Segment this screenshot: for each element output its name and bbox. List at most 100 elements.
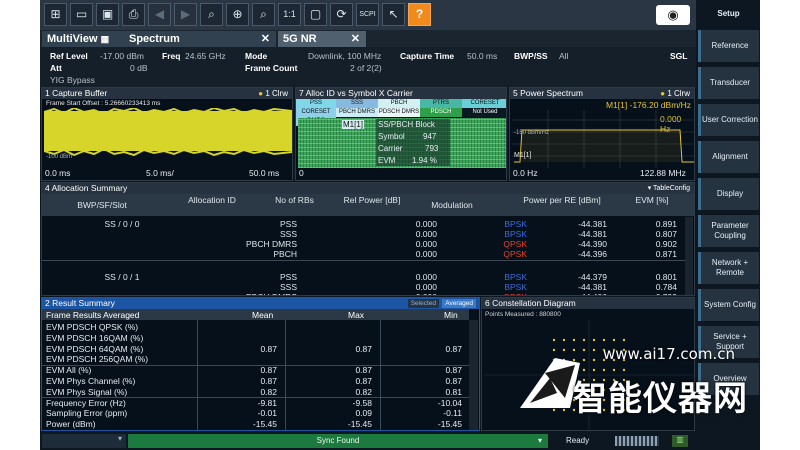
zoom-area-icon[interactable]: ⌕ [252, 3, 275, 26]
x-div: 5.0 ms/ [146, 168, 174, 178]
marker-carrier-value: 793 [425, 144, 439, 153]
tab-5g-nr[interactable]: 5G NR ✕ [278, 31, 366, 47]
legend-pdsch: PDSCH [420, 108, 462, 117]
row-rel-power: 0.000 [415, 249, 437, 259]
alloc-id-window[interactable]: 7 Alloc ID vs Symbol X Carrier PSS SSS P… [295, 87, 507, 181]
row-alloc-id: PSS [279, 272, 297, 282]
table-config-button[interactable]: ▾ TableConfig [648, 183, 690, 194]
result-mean: 0.87 [260, 365, 277, 376]
windows-icon[interactable]: ⊞ [44, 3, 67, 26]
save-icon[interactable]: ▣ [96, 3, 119, 26]
constellation-point [552, 338, 556, 342]
bwp-value: All [559, 51, 569, 61]
result-name: Power (dBm) [46, 419, 96, 430]
result-mean: 0.87 [260, 343, 277, 354]
tab-label: 5G NR [283, 33, 317, 45]
refresh-icon[interactable]: ⟳ [330, 3, 353, 26]
zoom-icon[interactable]: ⌕ [200, 3, 223, 26]
power-spectrum-window[interactable]: 5 Power Spectrum ● 1 Clrw M1[1] -176.20 d… [509, 87, 695, 181]
result-name: Frequency Error (Hz) [46, 397, 126, 408]
selected-toggle[interactable]: Selected [407, 299, 439, 308]
legend-pbch-dmrs: PBCH DMRS [336, 108, 378, 117]
softkey-network-remote[interactable]: Network + Remote [698, 252, 759, 284]
col-modulation: Modulation [431, 200, 473, 210]
tab-spectrum[interactable]: Spectrum ✕ [124, 31, 276, 47]
marker-label: M1[1] [342, 120, 365, 129]
softkey-transducer[interactable]: Transducer [698, 67, 759, 99]
softkey-parameter-coupling[interactable]: Parameter Coupling [698, 215, 759, 247]
col-max: Max [348, 310, 365, 320]
help-icon[interactable]: ? [408, 3, 431, 26]
softkey-reference[interactable]: Reference [698, 30, 759, 62]
result-min: -0.11 [443, 408, 462, 419]
open-folder-icon[interactable]: ▭ [70, 3, 93, 26]
col-frame-results: Frame Results Averaged [46, 310, 140, 320]
marker-symbol-label: Symbol [378, 132, 405, 141]
result-name: Sampling Error (ppm) [46, 408, 128, 419]
col-slot: BWP/SF/Slot [77, 200, 127, 210]
softkey-system-config[interactable]: System Config [698, 289, 759, 321]
row-rel-power: 0.000 [342, 292, 437, 295]
zoom-1to1-icon[interactable]: 1:1 [278, 3, 301, 26]
allocation-summary-window[interactable]: 4 Allocation Summary ▾ TableConfig BWP/SF… [41, 182, 695, 296]
result-name: EVM PDSCH 16QAM (%) [46, 332, 144, 343]
x-start: 0.0 Hz [513, 168, 538, 178]
window-title: 4 Allocation Summary ▾ TableConfig [42, 183, 694, 194]
close-icon[interactable]: ✕ [351, 31, 360, 47]
result-summary-window[interactable]: 2 Result Summary Selected Averaged Frame… [41, 297, 480, 431]
row-rel-power: 0.000 [415, 239, 437, 249]
row-rel-power: 0.000 [415, 272, 437, 282]
window-title: 2 Result Summary Selected Averaged [42, 298, 479, 309]
mode-value: Downlink, 100 MHz [308, 51, 382, 61]
legend-pbch: PBCH [378, 99, 420, 108]
averaged-toggle[interactable]: Averaged [442, 299, 476, 308]
legend-pss: PSS [296, 99, 336, 108]
constellation-point [572, 338, 576, 342]
tab-multiview[interactable]: MultiView ▦ [42, 31, 124, 47]
softkey-user-correction[interactable]: User Correction [698, 104, 759, 136]
window-title: 1 Capture Buffer ● 1 Clrw [42, 88, 292, 99]
ref-level-label: Ref Level [50, 51, 88, 61]
col-rel-power: Rel Power [dB] [343, 195, 401, 205]
marker-readout: M1[1] -176.20 dBm/Hz [606, 100, 692, 110]
watermark-url: www.ai17.com.cn [603, 345, 735, 363]
watermark-brand: 智能仪器网 [573, 379, 748, 419]
result-max: 0.87 [355, 376, 372, 386]
result-max: 0.09 [355, 408, 372, 419]
window-icon[interactable]: ▢ [304, 3, 327, 26]
marker-evm-value: 1.94 % [412, 156, 437, 165]
softkey-alignment[interactable]: Alignment [698, 141, 759, 173]
window-title: 7 Alloc ID vs Symbol X Carrier [296, 88, 506, 99]
points-measured: Points Measured : 880800 [485, 311, 561, 318]
att-label: Att [50, 63, 62, 73]
capture-time-value: 50.0 ms [467, 51, 498, 61]
status-dropdown[interactable]: ▾ [42, 434, 126, 448]
scpi-icon[interactable]: SCPI [356, 3, 379, 26]
close-icon[interactable]: ✕ [261, 31, 270, 47]
softkey-setup[interactable]: Setup [698, 4, 759, 24]
capture-buffer-window[interactable]: 1 Capture Buffer ● 1 Clrw Frame Start Off… [41, 87, 293, 181]
softkey-display[interactable]: Display [698, 178, 759, 210]
col-min: Min [444, 310, 458, 320]
result-name: EVM All (%) [46, 365, 92, 376]
window-title: 5 Power Spectrum ● 1 Clrw [510, 88, 694, 99]
result-min: -15.45 [437, 419, 462, 430]
scrollbar[interactable] [685, 217, 693, 295]
undo-icon[interactable]: ◀ [148, 3, 171, 26]
camera-icon[interactable]: ◉ [656, 5, 690, 25]
print-icon[interactable]: ⎙ [122, 3, 145, 26]
col-mean: Mean [252, 310, 274, 320]
scrollbar[interactable] [469, 320, 478, 430]
trace-mode: ● 1 Clrw [258, 89, 288, 98]
constellation-point [602, 338, 606, 342]
result-min: -10.04 [437, 397, 462, 408]
redo-icon[interactable]: ▶ [174, 3, 197, 26]
x-end: 50.0 ms [249, 168, 280, 178]
result-max: -9.58 [352, 397, 372, 408]
row-power-re: -44.390 [578, 239, 607, 249]
marker-symbol-value: 947 [423, 132, 437, 141]
help-pointer-icon[interactable]: ↖ [382, 3, 405, 26]
multiview-icon: ▦ [100, 34, 110, 44]
result-mean: 0.87 [260, 376, 277, 386]
zoom-plus-icon[interactable]: ⊕ [226, 3, 249, 26]
